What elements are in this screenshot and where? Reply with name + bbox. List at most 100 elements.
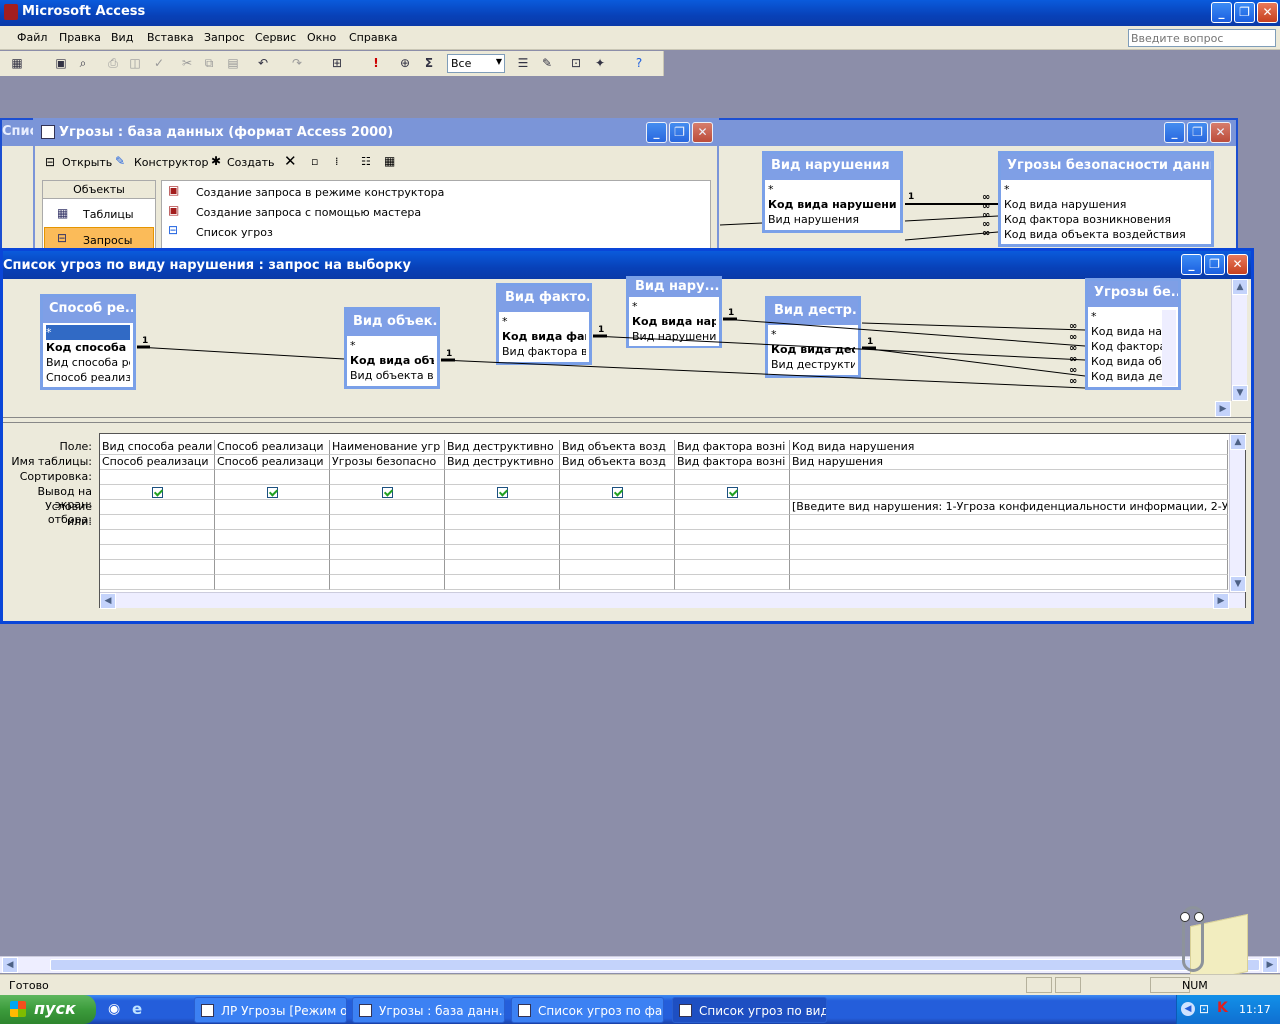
- grid-empty-cell[interactable]: [790, 560, 1228, 575]
- grid-table-cell[interactable]: Способ реализаци: [215, 455, 330, 470]
- antivirus-icon[interactable]: K: [1217, 1000, 1228, 1016]
- task-label: Список угроз по вид...: [699, 1004, 827, 1018]
- show-checkbox[interactable]: [496, 487, 508, 498]
- grid-show-cell[interactable]: [675, 485, 790, 500]
- grid-criteria-cell[interactable]: [215, 500, 330, 515]
- grid-sort-cell[interactable]: [330, 470, 445, 485]
- grid-empty-cell[interactable]: [100, 545, 215, 560]
- grid-empty-cell[interactable]: [675, 560, 790, 575]
- grid-field-cell[interactable]: Код вида нарушения: [790, 440, 1228, 455]
- grid-sort-cell[interactable]: [675, 470, 790, 485]
- grid-table-cell[interactable]: Вид фактора возні: [675, 455, 790, 470]
- grid-field-cell[interactable]: Вид фактора возні: [675, 440, 790, 455]
- grid-field-cell[interactable]: Способ реализаци: [215, 440, 330, 455]
- grid-empty-cell[interactable]: [100, 575, 215, 590]
- grid-empty-cell[interactable]: [560, 560, 675, 575]
- grid-criteria-cell[interactable]: [330, 500, 445, 515]
- grid-empty-cell[interactable]: [330, 575, 445, 590]
- grid-field-cell[interactable]: Наименование угр: [330, 440, 445, 455]
- grid-show-cell[interactable]: [445, 485, 560, 500]
- office-assistant-clippy[interactable]: [1160, 900, 1250, 985]
- grid-empty-cell[interactable]: [445, 575, 560, 590]
- grid-show-cell[interactable]: [100, 485, 215, 500]
- grid-empty-cell[interactable]: [215, 545, 330, 560]
- show-checkbox[interactable]: [611, 487, 623, 498]
- grid-hscroll[interactable]: ◀ ▶: [100, 592, 1245, 609]
- grid-criteria-cell[interactable]: [100, 500, 215, 515]
- grid-empty-cell[interactable]: [215, 530, 330, 545]
- grid-empty-cell[interactable]: [790, 575, 1228, 590]
- show-checkbox[interactable]: [726, 487, 738, 498]
- grid-scroll-right-icon[interactable]: ▶: [1213, 593, 1229, 609]
- grid-empty-cell[interactable]: [675, 545, 790, 560]
- grid-empty-cell[interactable]: [100, 530, 215, 545]
- pane-splitter[interactable]: [3, 417, 1251, 423]
- grid-table-cell[interactable]: Угрозы безопасно: [330, 455, 445, 470]
- ie-quicklaunch-icon[interactable]: e: [132, 1000, 142, 1018]
- mdi-hscroll[interactable]: ◀ ▶: [0, 956, 1280, 973]
- grid-empty-cell[interactable]: [330, 530, 445, 545]
- grid-empty-cell[interactable]: [790, 545, 1228, 560]
- grid-criteria-cell[interactable]: [445, 500, 560, 515]
- grid-field-cell[interactable]: Вид объекта возд: [560, 440, 675, 455]
- grid-empty-cell[interactable]: [445, 530, 560, 545]
- grid-scroll-up-icon[interactable]: ▲: [1230, 434, 1246, 450]
- grid-table-cell[interactable]: Вид нарушения: [790, 455, 1228, 470]
- grid-table-cell[interactable]: Вид деструктивно: [445, 455, 560, 470]
- grid-empty-cell[interactable]: [560, 575, 675, 590]
- grid-or-cell[interactable]: [560, 515, 675, 530]
- grid-or-cell[interactable]: [100, 515, 215, 530]
- grid-sort-cell[interactable]: [100, 470, 215, 485]
- grid-sort-cell[interactable]: [790, 470, 1228, 485]
- grid-show-cell[interactable]: [560, 485, 675, 500]
- grid-empty-cell[interactable]: [560, 545, 675, 560]
- taskbar-task-list1[interactable]: Список угроз по фа...: [511, 997, 664, 1023]
- grid-sort-cell[interactable]: [215, 470, 330, 485]
- network-icon[interactable]: ⊡: [1199, 1002, 1209, 1016]
- grid-criteria-cell[interactable]: [Введите вид нарушения: 1-Угроза конфиде…: [790, 500, 1228, 515]
- grid-empty-cell[interactable]: [215, 560, 330, 575]
- show-checkbox[interactable]: [381, 487, 393, 498]
- mdi-scroll-left-icon[interactable]: ◀: [2, 957, 18, 973]
- grid-or-cell[interactable]: [330, 515, 445, 530]
- grid-sort-cell[interactable]: [560, 470, 675, 485]
- grid-empty-cell[interactable]: [560, 530, 675, 545]
- mdi-scroll-right-icon[interactable]: ▶: [1262, 957, 1278, 973]
- grid-scroll-down-icon[interactable]: ▼: [1230, 576, 1246, 592]
- grid-empty-cell[interactable]: [330, 560, 445, 575]
- grid-empty-cell[interactable]: [215, 575, 330, 590]
- grid-or-cell[interactable]: [215, 515, 330, 530]
- grid-table-cell[interactable]: Вид объекта возд: [560, 455, 675, 470]
- table-pane-scroll-right-icon[interactable]: ▶: [1215, 401, 1231, 417]
- grid-show-cell[interactable]: [790, 485, 1228, 500]
- show-checkbox[interactable]: [151, 487, 163, 498]
- mdi-scroll-thumb[interactable]: [50, 959, 1260, 971]
- grid-empty-cell[interactable]: [445, 560, 560, 575]
- grid-field-cell[interactable]: Вид способа реали: [100, 440, 215, 455]
- taskbar-task-list2[interactable]: Список угроз по вид...: [672, 997, 827, 1023]
- start-button[interactable]: пуск: [0, 995, 96, 1024]
- grid-empty-cell[interactable]: [675, 530, 790, 545]
- tray-expand-icon[interactable]: ◀: [1181, 1002, 1195, 1016]
- grid-empty-cell[interactable]: [330, 545, 445, 560]
- grid-show-cell[interactable]: [330, 485, 445, 500]
- grid-vscroll[interactable]: ▲ ▼: [1229, 434, 1246, 592]
- grid-empty-cell[interactable]: [100, 560, 215, 575]
- grid-or-cell[interactable]: [675, 515, 790, 530]
- grid-sort-cell[interactable]: [445, 470, 560, 485]
- grid-table-cell[interactable]: Способ реализаци: [100, 455, 215, 470]
- desktop-quicklaunch-icon[interactable]: ◉: [108, 1001, 120, 1017]
- grid-or-cell[interactable]: [790, 515, 1228, 530]
- grid-scroll-left-icon[interactable]: ◀: [100, 593, 116, 609]
- show-checkbox[interactable]: [266, 487, 278, 498]
- grid-show-cell[interactable]: [215, 485, 330, 500]
- grid-empty-cell[interactable]: [790, 530, 1228, 545]
- grid-empty-cell[interactable]: [675, 575, 790, 590]
- taskbar-task-lr[interactable]: ЛР Угрозы [Режим о...: [194, 997, 347, 1023]
- taskbar-task-db[interactable]: Угрозы : база данн...: [352, 997, 505, 1023]
- grid-criteria-cell[interactable]: [675, 500, 790, 515]
- grid-criteria-cell[interactable]: [560, 500, 675, 515]
- grid-field-cell[interactable]: Вид деструктивно: [445, 440, 560, 455]
- grid-or-cell[interactable]: [445, 515, 560, 530]
- grid-empty-cell[interactable]: [445, 545, 560, 560]
